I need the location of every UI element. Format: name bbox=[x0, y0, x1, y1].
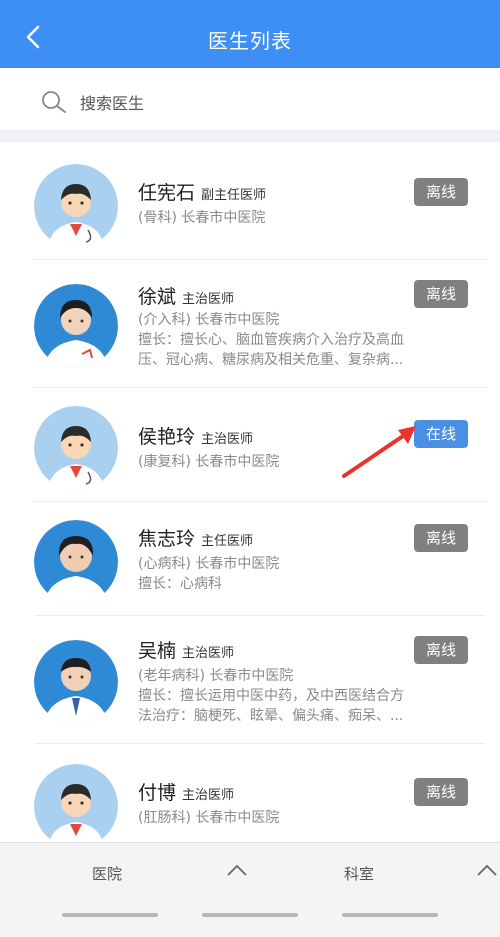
chevron-up-icon[interactable] bbox=[226, 863, 248, 877]
doctor-avatar bbox=[34, 406, 118, 490]
doctor-title: 主治医师 bbox=[182, 646, 235, 661]
section-separator bbox=[0, 130, 500, 142]
doctor-name: 吴楠 主治医师 bbox=[138, 640, 235, 662]
status-badge: 离线 bbox=[414, 280, 468, 308]
doctor-title: 主治医师 bbox=[201, 432, 254, 447]
tab-department[interactable]: 科室 bbox=[344, 863, 374, 884]
doctor-specialty: 擅长：心病科 bbox=[138, 576, 222, 592]
status-badge: 离线 bbox=[414, 524, 468, 552]
nav-header: 医生列表 bbox=[0, 8, 500, 68]
tab-hospital[interactable]: 医院 bbox=[92, 863, 122, 884]
doctor-department: (心病科) 长春市中医院 bbox=[138, 556, 280, 572]
doctor-specialty-cont: 压、冠心病、糖尿病及相关危重、复杂病... bbox=[138, 352, 404, 368]
doctor-department: (介入科) 长春市中医院 bbox=[138, 312, 280, 328]
doctor-avatar bbox=[34, 284, 118, 368]
status-bar bbox=[0, 0, 500, 8]
chevron-up-icon[interactable] bbox=[476, 863, 498, 877]
list-item[interactable]: 焦志玲 主任医师 (心病科) 长春市中医院 擅长：心病科 离线 bbox=[0, 502, 500, 616]
status-badge: 离线 bbox=[414, 636, 468, 664]
doctor-title: 副主任医师 bbox=[201, 188, 267, 203]
doctor-title: 主治医师 bbox=[182, 292, 235, 307]
search-input[interactable]: 搜索医生 bbox=[80, 90, 144, 114]
doctor-name: 徐斌 主治医师 bbox=[138, 286, 235, 308]
doctor-name: 付博 主治医师 bbox=[138, 782, 235, 804]
doctor-avatar bbox=[34, 520, 118, 604]
doctor-name: 焦志玲 主任医师 bbox=[138, 528, 254, 550]
doctor-department: (老年病科) 长春市中医院 bbox=[138, 668, 294, 684]
status-badge: 离线 bbox=[414, 178, 468, 206]
doctor-avatar bbox=[34, 640, 118, 724]
search-bar[interactable]: 搜索医生 bbox=[0, 68, 500, 130]
doctor-title: 主治医师 bbox=[182, 788, 235, 803]
annotation-arrow-icon bbox=[342, 426, 416, 478]
doctor-avatar bbox=[34, 164, 118, 248]
doctor-avatar bbox=[34, 764, 118, 842]
doctor-specialty-cont: 法治疗：脑梗死、眩晕、偏头痛、痴呆、... bbox=[138, 708, 404, 724]
gesture-bar bbox=[342, 913, 438, 917]
list-item[interactable]: 任宪石 副主任医师 (骨科) 长春市中医院 离线 bbox=[0, 142, 500, 260]
bottom-filter-bar: 医院 科室 bbox=[0, 842, 500, 937]
list-item[interactable]: 徐斌 主治医师 (介入科) 长春市中医院 擅长：擅长心、脑血管疾病介入治疗及高血 … bbox=[0, 260, 500, 388]
doctor-specialty: 擅长：擅长心、脑血管疾病介入治疗及高血 bbox=[138, 332, 404, 348]
gesture-bar bbox=[202, 913, 298, 917]
status-badge: 离线 bbox=[414, 778, 468, 806]
doctor-specialty: 擅长：擅长运用中医中药，及中西医结合方 bbox=[138, 688, 404, 704]
page-title: 医生列表 bbox=[208, 29, 292, 53]
doctor-name: 侯艳玲 主治医师 bbox=[138, 426, 254, 448]
search-icon bbox=[42, 91, 66, 113]
list-item[interactable]: 付博 主治医师 (肛肠科) 长春市中医院 离线 bbox=[0, 744, 500, 842]
doctor-department: (肛肠科) 长春市中医院 bbox=[138, 810, 280, 826]
doctor-department: (骨科) 长春市中医院 bbox=[138, 210, 266, 226]
doctor-list: 任宪石 副主任医师 (骨科) 长春市中医院 离线 徐斌 主治医师 (介入科) 长春市… bbox=[0, 142, 500, 842]
doctor-name: 任宪石 副主任医师 bbox=[138, 182, 267, 204]
gesture-bar bbox=[62, 913, 158, 917]
list-item[interactable]: 吴楠 主治医师 (老年病科) 长春市中医院 擅长：擅长运用中医中药，及中西医结合方… bbox=[0, 616, 500, 744]
doctor-title: 主任医师 bbox=[201, 534, 254, 549]
